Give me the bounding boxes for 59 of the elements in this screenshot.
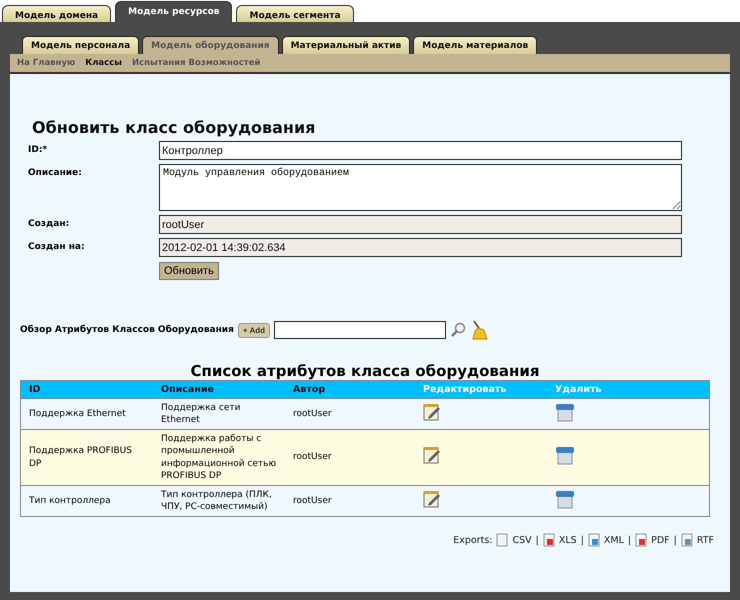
tab[interactable]: Модель сегмента [236, 5, 354, 22]
separator: | [580, 534, 584, 546]
exports-label: Exports: [453, 534, 492, 546]
tab[interactable]: Модель ресурсов [115, 1, 232, 22]
separator: | [536, 534, 539, 546]
export-link[interactable]: XML [604, 534, 624, 546]
table-cell: Поддержка Ethernet [20, 398, 153, 430]
export-link[interactable]: RTF [696, 534, 714, 546]
notepad-pencil-icon[interactable] [423, 446, 441, 464]
tab[interactable]: Модель персонала [22, 36, 140, 54]
trash-bin-icon[interactable] [555, 402, 575, 422]
nav-link[interactable]: На Главную [17, 58, 76, 68]
tab[interactable]: Модель материалов [413, 36, 538, 54]
field-label: ID:* [28, 144, 48, 155]
document-icon [542, 533, 555, 548]
export-link[interactable]: CSV [512, 534, 532, 546]
search-icon[interactable] [450, 322, 466, 338]
table-cell: Поддержка сети Ethernet [153, 398, 285, 430]
table-cell: Тип контроллера [20, 485, 153, 517]
column-header: Удалить [547, 380, 710, 398]
column-header: Автор [285, 380, 415, 398]
browse-label: Обзор Атрибутов Классов Оборудования [20, 325, 234, 335]
notepad-pencil-icon[interactable] [423, 403, 441, 422]
table-cell: Тип контроллера (ПЛК, ЧПУ, PC-совместимый) [153, 485, 285, 517]
notepad-pencil-icon[interactable] [423, 490, 441, 508]
document-icon [680, 533, 693, 548]
pdf-icon [635, 533, 648, 548]
column-header: ID [20, 380, 153, 398]
table-cell: Поддержка PROFIBUS DP [20, 430, 153, 486]
trash-bin-icon[interactable] [555, 488, 575, 509]
tab[interactable]: Материальный актив [282, 36, 410, 54]
separator: | [628, 534, 632, 546]
field-label: Описание: [28, 167, 83, 178]
add-button[interactable]: + Add [238, 322, 270, 338]
field-label: Создан: [28, 218, 70, 229]
nav-link[interactable]: Классы [85, 58, 122, 68]
table-cell: rootUser [285, 398, 415, 430]
export-link[interactable]: PDF [651, 534, 670, 546]
table-title: Список атрибутов класса оборудования [189, 362, 541, 380]
search-field[interactable] [274, 321, 446, 339]
column-header: Описание [153, 380, 285, 398]
separator: | [674, 534, 677, 546]
tab[interactable]: Модель оборудования [142, 36, 279, 54]
table-cell: rootUser [285, 430, 415, 486]
table-cell: Поддержка работы с промышленной информационной сетью PROFIBUS DP [153, 430, 285, 486]
table-cell: rootUser [285, 485, 415, 517]
column-header: Редактировать [415, 380, 547, 398]
trash-bin-icon[interactable] [555, 445, 575, 466]
broom-icon[interactable] [470, 320, 488, 340]
document-icon [496, 533, 508, 548]
document-icon [588, 533, 600, 548]
description-field[interactable]: Модуль управления оборудованием [159, 164, 682, 211]
update-button[interactable]: Обновить [159, 262, 219, 280]
nav-link[interactable]: Испытания Возможностей [132, 58, 260, 68]
form-title: Обновить класс оборудования [31, 118, 316, 137]
input-field[interactable]: Контроллер [159, 141, 682, 160]
tab[interactable]: Модель домена [2, 5, 112, 22]
export-link[interactable]: XLS [558, 534, 577, 546]
field-label: Создан на: [28, 241, 86, 252]
